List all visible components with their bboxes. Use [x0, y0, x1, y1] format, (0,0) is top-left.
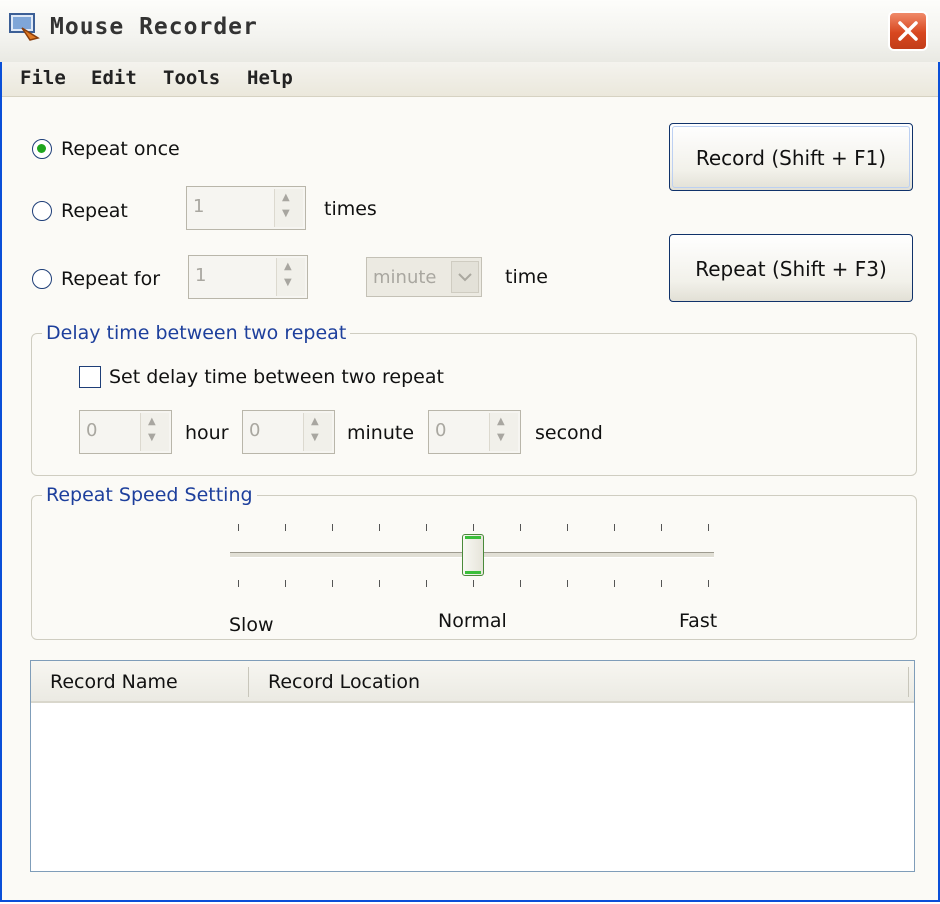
- delay-hour-value: 0: [86, 420, 98, 441]
- slider-tick: [285, 580, 286, 587]
- delay-minute-stepper[interactable]: 0 ▲ ▼: [242, 410, 335, 454]
- delay-minute-value: 0: [249, 420, 261, 441]
- repeat-times-radio[interactable]: [32, 201, 52, 221]
- speed-slow-label: Slow: [229, 614, 274, 636]
- repeat-once-label[interactable]: Repeat once: [61, 138, 180, 160]
- dropdown-button[interactable]: [451, 261, 479, 293]
- repeat-times-unit: times: [324, 198, 377, 220]
- repeat-times-spin-arrows[interactable]: ▲ ▼: [274, 189, 303, 227]
- spin-up-icon[interactable]: ▲: [148, 416, 156, 427]
- speed-fast-label: Fast: [679, 610, 718, 632]
- slider-tick: [473, 524, 474, 531]
- spin-down-icon[interactable]: ▼: [148, 432, 156, 443]
- delay-checkbox-label[interactable]: Set delay time between two repeat: [109, 366, 444, 388]
- slider-tick: [426, 580, 427, 587]
- slider-tick: [567, 580, 568, 587]
- repeat-for-unit-select[interactable]: minute: [366, 257, 482, 297]
- slider-tick: [285, 524, 286, 531]
- delay-second-stepper[interactable]: 0 ▲ ▼: [428, 410, 521, 454]
- thumb-highlight: [465, 571, 481, 574]
- delay-minute-spin-arrows[interactable]: ▲ ▼: [303, 413, 332, 451]
- delay-second-spin-arrows[interactable]: ▲ ▼: [489, 413, 518, 451]
- spin-down-icon[interactable]: ▼: [284, 277, 292, 288]
- repeat-once-radio[interactable]: [32, 139, 52, 159]
- thumb-highlight: [465, 536, 481, 539]
- column-separator[interactable]: [908, 667, 909, 697]
- delay-second-value: 0: [435, 420, 447, 441]
- slider-tick: [614, 580, 615, 587]
- records-header: Record Name Record Location: [31, 661, 914, 703]
- menu-edit[interactable]: Edit: [91, 67, 137, 89]
- menu-bar: File Edit Tools Help: [2, 62, 938, 97]
- delay-checkbox[interactable]: [79, 366, 101, 388]
- spin-up-icon[interactable]: ▲: [497, 416, 505, 427]
- app-icon: [8, 12, 42, 42]
- slider-tick: [567, 524, 568, 531]
- repeat-for-spin-arrows[interactable]: ▲ ▼: [276, 258, 305, 296]
- slider-tick: [661, 580, 662, 587]
- speed-slider-thumb[interactable]: [462, 534, 484, 576]
- delay-minute-label: minute: [347, 422, 415, 444]
- slider-tick: [661, 524, 662, 531]
- delay-hour-stepper[interactable]: 0 ▲ ▼: [79, 410, 172, 454]
- window-title: Mouse Recorder: [50, 14, 258, 40]
- column-record-name[interactable]: Record Name: [50, 671, 178, 693]
- repeat-times-stepper[interactable]: 1 ▲ ▼: [186, 186, 306, 230]
- repeat-times-label[interactable]: Repeat: [61, 200, 128, 222]
- menu-help[interactable]: Help: [247, 67, 293, 89]
- repeat-for-label[interactable]: Repeat for: [61, 268, 160, 290]
- delay-group: [31, 333, 917, 476]
- repeat-button[interactable]: Repeat (Shift + F3): [669, 234, 913, 302]
- repeat-for-suffix: time: [505, 266, 548, 288]
- repeat-button-label: Repeat (Shift + F3): [695, 257, 887, 281]
- slider-tick: [614, 524, 615, 531]
- slider-tick: [332, 580, 333, 587]
- delay-group-title: Delay time between two repeat: [42, 322, 351, 344]
- repeat-for-value: 1: [195, 265, 207, 286]
- slider-tick: [379, 524, 380, 531]
- spin-down-icon[interactable]: ▼: [282, 208, 290, 219]
- menu-file[interactable]: File: [20, 67, 66, 89]
- slider-tick: [520, 580, 521, 587]
- slider-tick: [238, 524, 239, 531]
- radio-selected-dot: [37, 144, 46, 153]
- chevron-down-icon: [458, 273, 472, 282]
- slider-tick: [520, 524, 521, 531]
- repeat-for-unit-value: minute: [373, 267, 437, 288]
- title-bar[interactable]: Mouse Recorder: [0, 0, 940, 62]
- spin-up-icon[interactable]: ▲: [284, 261, 292, 272]
- main-panel: Repeat once Repeat 1 ▲ ▼ times Repeat for…: [2, 97, 938, 900]
- close-icon: [898, 21, 918, 41]
- spin-down-icon[interactable]: ▼: [311, 432, 319, 443]
- delay-hour-label: hour: [185, 422, 229, 444]
- repeat-for-stepper[interactable]: 1 ▲ ▼: [188, 255, 308, 299]
- menu-tools[interactable]: Tools: [163, 67, 220, 89]
- slider-tick: [708, 580, 709, 587]
- column-separator[interactable]: [248, 667, 249, 697]
- slider-tick: [379, 580, 380, 587]
- delay-second-label: second: [535, 422, 603, 444]
- slider-tick: [708, 524, 709, 531]
- slider-tick: [473, 580, 474, 587]
- close-button[interactable]: [888, 11, 928, 51]
- spin-up-icon[interactable]: ▲: [311, 416, 319, 427]
- records-listview[interactable]: Record Name Record Location: [30, 660, 915, 872]
- repeat-times-value: 1: [193, 196, 205, 217]
- delay-hour-spin-arrows[interactable]: ▲ ▼: [140, 413, 169, 451]
- speed-group-title: Repeat Speed Setting: [42, 484, 257, 506]
- speed-normal-label: Normal: [438, 610, 507, 632]
- slider-tick: [426, 524, 427, 531]
- record-button-label: Record (Shift + F1): [695, 146, 887, 170]
- column-record-location[interactable]: Record Location: [268, 671, 420, 693]
- slider-tick: [238, 580, 239, 587]
- spin-down-icon[interactable]: ▼: [497, 432, 505, 443]
- slider-tick: [332, 524, 333, 531]
- mouse-recorder-window: Mouse Recorder File Edit Tools Help Repe…: [0, 0, 940, 902]
- record-button[interactable]: Record (Shift + F1): [669, 123, 913, 191]
- spin-up-icon[interactable]: ▲: [282, 192, 290, 203]
- repeat-for-radio[interactable]: [32, 269, 52, 289]
